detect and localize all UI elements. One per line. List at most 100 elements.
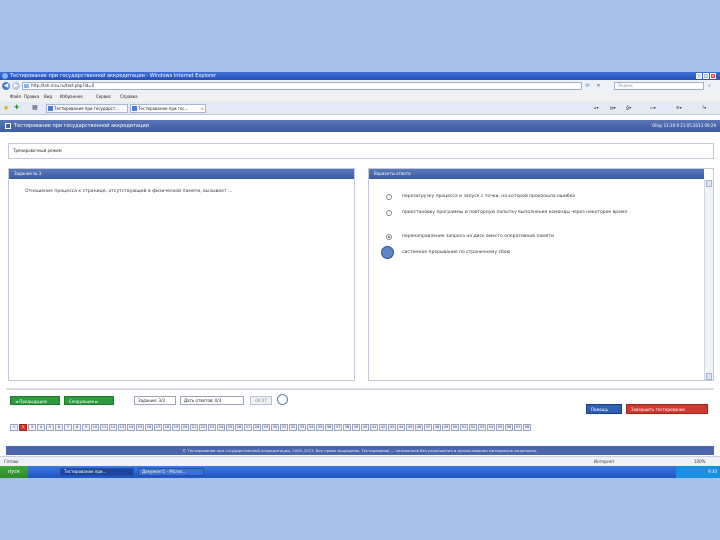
question-number-button[interactable]: 46 (415, 424, 423, 431)
question-number-button[interactable]: 2 (19, 424, 27, 431)
question-number-button[interactable]: 19 (172, 424, 180, 431)
question-number-button[interactable]: 21 (190, 424, 198, 431)
question-number-button[interactable]: 12 (109, 424, 117, 431)
question-number-button[interactable]: 38 (343, 424, 351, 431)
tools-menu-icon[interactable]: ⚙▾ (676, 105, 682, 111)
scroll-down-icon[interactable] (706, 373, 712, 380)
question-number-button[interactable]: 48 (433, 424, 441, 431)
question-number-button[interactable]: 43 (388, 424, 396, 431)
help-menu-icon[interactable]: ?▾ (702, 105, 706, 111)
answer-radio[interactable] (386, 210, 392, 216)
question-number-button[interactable]: 44 (397, 424, 405, 431)
question-number-button[interactable]: 4 (37, 424, 45, 431)
question-number-button[interactable]: 25 (226, 424, 234, 431)
menu-tools[interactable]: Сервис (96, 94, 111, 100)
finish-test-button[interactable]: Завершить тестирование (626, 404, 708, 414)
question-number-button[interactable]: 47 (424, 424, 432, 431)
question-number-button[interactable]: 51 (460, 424, 468, 431)
question-number-button[interactable]: 6 (55, 424, 63, 431)
minimize-button[interactable]: – (696, 73, 702, 79)
question-number-button[interactable]: 24 (217, 424, 225, 431)
answer-radio[interactable] (386, 194, 392, 200)
question-number-button[interactable]: 18 (163, 424, 171, 431)
tab-1[interactable]: Тестирование при государст... (46, 104, 128, 113)
question-number-button[interactable]: 32 (289, 424, 297, 431)
taskbar-item-word[interactable]: Документ1 - Micros... (138, 468, 204, 476)
question-number-button[interactable]: 9 (82, 424, 90, 431)
question-number-button[interactable]: 53 (478, 424, 486, 431)
question-number-button[interactable]: 36 (325, 424, 333, 431)
taskbar-item-browser[interactable]: Тестирование при... (60, 468, 134, 476)
search-input[interactable]: Яндекс (614, 82, 704, 90)
answers-scrollbar[interactable] (704, 180, 713, 380)
search-icon[interactable]: ⌕ (706, 83, 713, 90)
question-number-button[interactable]: 1 (10, 424, 18, 431)
page-menu-icon[interactable]: ▭▾ (650, 105, 656, 111)
question-number-button[interactable]: 10 (91, 424, 99, 431)
add-favorite-icon[interactable]: ✚ (14, 104, 19, 112)
question-number-button[interactable]: 7 (64, 424, 72, 431)
question-number-button[interactable]: 37 (334, 424, 342, 431)
scroll-up-icon[interactable] (706, 180, 712, 187)
start-button[interactable]: пуск (0, 466, 28, 478)
status-zoom[interactable]: 100% (694, 459, 705, 465)
menu-favorites[interactable]: Избранное (60, 94, 83, 100)
question-number-button[interactable]: 39 (352, 424, 360, 431)
question-number-button[interactable]: 23 (208, 424, 216, 431)
question-number-button[interactable]: 45 (406, 424, 414, 431)
maximize-button[interactable]: □ (703, 73, 709, 79)
question-number-button[interactable]: 34 (307, 424, 315, 431)
address-input[interactable]: http://tsh.rcsu.ru/test.php?id=0 (22, 82, 582, 90)
menu-file[interactable]: Файл (10, 94, 21, 100)
question-number-button[interactable]: 41 (370, 424, 378, 431)
question-number-button[interactable]: 28 (253, 424, 261, 431)
question-number-button[interactable]: 27 (244, 424, 252, 431)
answer-radio-selected[interactable] (386, 234, 392, 240)
back-button[interactable]: ◀ (2, 82, 10, 90)
question-number-button[interactable]: 57 (514, 424, 522, 431)
question-number-button[interactable]: 40 (361, 424, 369, 431)
question-number-button[interactable]: 17 (154, 424, 162, 431)
question-number-button[interactable]: 11 (100, 424, 108, 431)
question-number-button[interactable]: 56 (505, 424, 513, 431)
next-question-button[interactable]: Следующее ► (64, 396, 114, 405)
prev-question-button[interactable]: ◄ Предыдущее (10, 396, 60, 405)
question-number-button[interactable]: 13 (118, 424, 126, 431)
print-icon[interactable]: ⎙▾ (626, 105, 631, 111)
question-number-button[interactable]: 30 (271, 424, 279, 431)
refresh-icon[interactable]: ⟳ (584, 83, 591, 90)
menu-edit[interactable]: Правка (24, 94, 39, 100)
question-number-button[interactable]: 29 (262, 424, 270, 431)
home-icon[interactable]: ⌂▾ (594, 105, 599, 111)
close-button[interactable]: × (710, 73, 716, 79)
tab-2[interactable]: Тестирование при гос... × (130, 104, 206, 113)
question-number-button[interactable]: 14 (127, 424, 135, 431)
question-number-button[interactable]: 42 (379, 424, 387, 431)
favorites-star-icon[interactable]: ★ (3, 104, 9, 112)
tab-list-icon[interactable]: ▦ (32, 104, 38, 112)
question-number-button[interactable]: 20 (181, 424, 189, 431)
question-number-button[interactable]: 15 (136, 424, 144, 431)
stop-icon[interactable]: ✕ (595, 83, 602, 90)
question-number-button[interactable]: 26 (235, 424, 243, 431)
menu-view[interactable]: Вид (44, 94, 52, 100)
question-number-button[interactable]: 58 (523, 424, 531, 431)
question-number-button[interactable]: 55 (496, 424, 504, 431)
question-number-button[interactable]: 8 (73, 424, 81, 431)
question-number-button[interactable]: 5 (46, 424, 54, 431)
question-number-button[interactable]: 52 (469, 424, 477, 431)
question-number-button[interactable]: 49 (442, 424, 450, 431)
question-number-button[interactable]: 35 (316, 424, 324, 431)
feeds-icon[interactable]: ▤▾ (610, 105, 616, 111)
tab-close-icon[interactable]: × (201, 105, 204, 112)
question-number-button[interactable]: 3 (28, 424, 36, 431)
help-button[interactable]: Помощь (586, 404, 622, 414)
question-number-button[interactable]: 31 (280, 424, 288, 431)
forward-button[interactable]: ▶ (12, 82, 20, 90)
question-number-button[interactable]: 22 (199, 424, 207, 431)
question-number-button[interactable]: 54 (487, 424, 495, 431)
question-number-button[interactable]: 16 (145, 424, 153, 431)
question-number-button[interactable]: 50 (451, 424, 459, 431)
question-number-button[interactable]: 33 (298, 424, 306, 431)
menu-help[interactable]: Справка (120, 94, 138, 100)
